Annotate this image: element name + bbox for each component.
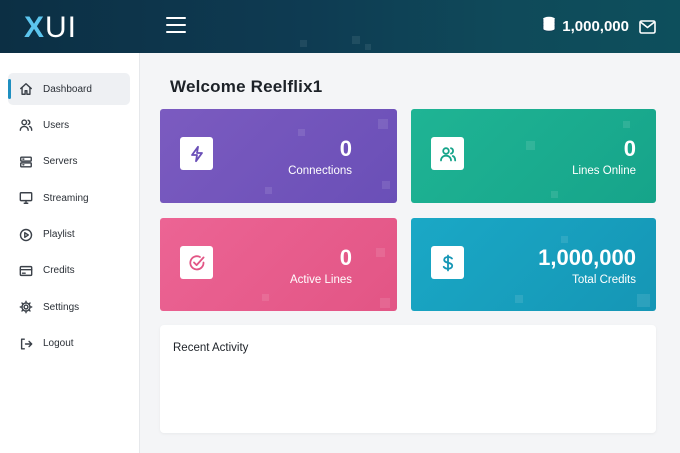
sidebar-item-label: Settings bbox=[43, 301, 80, 313]
decor-square bbox=[352, 36, 360, 44]
sidebar-item-settings[interactable]: Settings bbox=[8, 291, 130, 323]
envelope-icon[interactable] bbox=[639, 19, 656, 34]
lines-online-card[interactable]: 0 Lines Online bbox=[411, 109, 656, 203]
page-title: Welcome Reelflix1 bbox=[170, 77, 323, 96]
card-value: 0 bbox=[339, 245, 352, 270]
sidebar-item-label: Credits bbox=[43, 265, 75, 277]
decor-square bbox=[365, 44, 371, 50]
sidebar-item-servers[interactable]: Servers bbox=[8, 146, 130, 178]
sidebar-item-dashboard[interactable]: Dashboard bbox=[8, 73, 130, 105]
play-circle-icon bbox=[19, 228, 33, 242]
lightning-icon bbox=[180, 137, 213, 170]
sidebar-item-label: Users bbox=[43, 119, 70, 131]
top-bar: X UI 1,000,000 bbox=[0, 0, 680, 53]
sidebar: Dashboard Users Servers Streaming Playli… bbox=[0, 53, 140, 453]
logout-icon bbox=[19, 337, 33, 351]
total-credits-card[interactable]: 1,000,000 Total Credits bbox=[411, 218, 656, 311]
recent-activity-panel: Recent Activity bbox=[160, 325, 656, 433]
users-icon bbox=[19, 118, 33, 132]
card-value: 0 bbox=[623, 136, 636, 161]
active-lines-card[interactable]: 0 Active Lines bbox=[160, 218, 397, 311]
sidebar-item-label: Logout bbox=[43, 338, 74, 350]
balance-area: 1,000,000 bbox=[542, 0, 656, 53]
sidebar-item-credits[interactable]: Credits bbox=[8, 255, 130, 287]
users-icon bbox=[431, 137, 464, 170]
main-content: Welcome Reelflix1 0 Connections 0 Lines … bbox=[141, 53, 680, 453]
balance-amount: 1,000,000 bbox=[562, 18, 629, 35]
app-logo[interactable]: X UI bbox=[24, 11, 77, 45]
sidebar-item-logout[interactable]: Logout bbox=[8, 328, 130, 360]
card-label: Connections bbox=[288, 165, 352, 177]
sidebar-item-label: Servers bbox=[43, 156, 78, 168]
coin-stack-icon bbox=[542, 16, 556, 37]
card-label: Lines Online bbox=[572, 165, 636, 177]
recent-activity-title: Recent Activity bbox=[173, 342, 249, 354]
dollar-icon bbox=[431, 246, 464, 279]
card-value: 0 bbox=[339, 136, 352, 161]
server-icon bbox=[19, 155, 33, 169]
sidebar-item-streaming[interactable]: Streaming bbox=[8, 182, 130, 214]
logo-x: X bbox=[24, 11, 46, 44]
connections-card[interactable]: 0 Connections bbox=[160, 109, 397, 203]
logo-ui: UI bbox=[45, 11, 78, 44]
monitor-icon bbox=[19, 191, 33, 205]
credit-card-icon bbox=[19, 264, 33, 278]
sidebar-item-label: Dashboard bbox=[43, 83, 92, 95]
decor-square bbox=[300, 40, 307, 47]
card-label: Total Credits bbox=[572, 274, 636, 286]
gear-icon bbox=[19, 300, 33, 314]
card-label: Active Lines bbox=[289, 274, 352, 286]
sidebar-item-playlist[interactable]: Playlist bbox=[8, 219, 130, 251]
check-circle-icon bbox=[180, 246, 213, 279]
card-value: 1,000,000 bbox=[538, 245, 636, 270]
home-icon bbox=[19, 82, 33, 96]
hamburger-icon[interactable] bbox=[166, 17, 186, 35]
sidebar-item-label: Streaming bbox=[43, 192, 89, 204]
sidebar-item-users[interactable]: Users bbox=[8, 109, 130, 141]
sidebar-item-label: Playlist bbox=[43, 229, 75, 241]
